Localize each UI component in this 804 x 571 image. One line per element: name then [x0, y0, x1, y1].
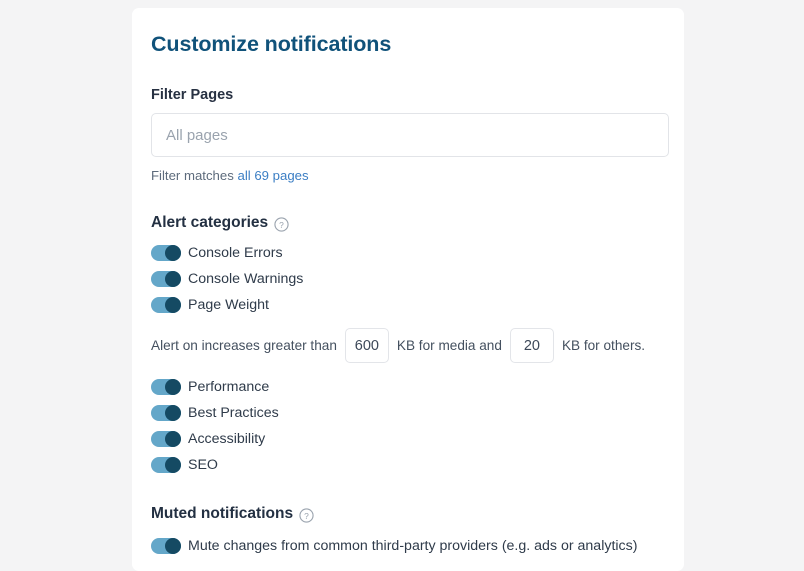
- media-threshold-input[interactable]: [344, 328, 389, 363]
- filter-pages-input[interactable]: [151, 113, 669, 157]
- toggle-row-performance[interactable]: Performance: [151, 376, 665, 398]
- toggle-switch-console-warnings[interactable]: [151, 271, 181, 287]
- toggle-knob: [165, 405, 181, 421]
- toggle-row-accessibility[interactable]: Accessibility: [151, 428, 665, 450]
- svg-text:?: ?: [279, 219, 284, 229]
- toggle-switch-console-errors[interactable]: [151, 245, 181, 261]
- filter-matches-prefix: Filter matches: [151, 168, 238, 183]
- toggle-label-console-warnings: Console Warnings: [188, 271, 304, 287]
- page-weight-threshold-row: Alert on increases greater than KB for m…: [151, 328, 665, 363]
- toggle-knob: [165, 379, 181, 395]
- toggle-switch-best-practices[interactable]: [151, 405, 181, 421]
- toggle-row-mute-third-party[interactable]: Mute changes from common third-party pro…: [151, 535, 665, 557]
- muted-notifications-heading: Muted notifications: [151, 505, 294, 522]
- filter-matches-text: Filter matches all 69 pages: [151, 167, 665, 185]
- toggle-knob: [165, 271, 181, 287]
- toggle-switch-performance[interactable]: [151, 379, 181, 395]
- toggle-row-console-errors[interactable]: Console Errors: [151, 242, 665, 264]
- toggle-label-best-practices: Best Practices: [188, 405, 279, 421]
- toggle-label-console-errors: Console Errors: [188, 245, 283, 261]
- alert-categories-heading-row: Alert categories ?: [151, 213, 665, 233]
- toggle-knob: [165, 297, 181, 313]
- toggle-knob: [165, 245, 181, 261]
- threshold-middle-text: KB for media and: [396, 338, 502, 353]
- help-circle-icon[interactable]: ?: [274, 216, 289, 232]
- toggle-knob: [165, 538, 181, 554]
- all-pages-link[interactable]: all 69 pages: [237, 168, 308, 183]
- alert-categories-heading: Alert categories: [151, 214, 269, 231]
- threshold-suffix-text: KB for others.: [561, 338, 646, 353]
- toggle-knob: [165, 457, 181, 473]
- toggle-row-best-practices[interactable]: Best Practices: [151, 402, 665, 424]
- toggle-row-seo[interactable]: SEO: [151, 454, 665, 476]
- toggle-label-seo: SEO: [188, 457, 218, 473]
- svg-text:?: ?: [304, 510, 309, 520]
- toggle-switch-accessibility[interactable]: [151, 431, 181, 447]
- others-threshold-input[interactable]: [509, 328, 554, 363]
- toggle-label-page-weight: Page Weight: [188, 297, 269, 313]
- toggle-switch-seo[interactable]: [151, 457, 181, 473]
- threshold-prefix-text: Alert on increases greater than: [151, 338, 337, 353]
- customize-notifications-card: Customize notifications Filter Pages Fil…: [132, 8, 684, 571]
- toggle-label-mute-third-party: Mute changes from common third-party pro…: [188, 538, 638, 554]
- toggle-switch-mute-third-party[interactable]: [151, 538, 181, 554]
- toggle-switch-page-weight[interactable]: [151, 297, 181, 313]
- toggle-row-console-warnings[interactable]: Console Warnings: [151, 268, 665, 290]
- page-title: Customize notifications: [151, 32, 392, 56]
- filter-pages-label: Filter Pages: [151, 87, 234, 103]
- muted-notifications-heading-row: Muted notifications ?: [151, 504, 665, 524]
- help-circle-icon[interactable]: ?: [299, 507, 314, 523]
- toggle-knob: [165, 431, 181, 447]
- toggle-row-page-weight[interactable]: Page Weight: [151, 294, 665, 316]
- settings-page: Customize notifications Filter Pages Fil…: [0, 0, 804, 571]
- toggle-label-accessibility: Accessibility: [188, 431, 266, 447]
- toggle-label-performance: Performance: [188, 379, 270, 395]
